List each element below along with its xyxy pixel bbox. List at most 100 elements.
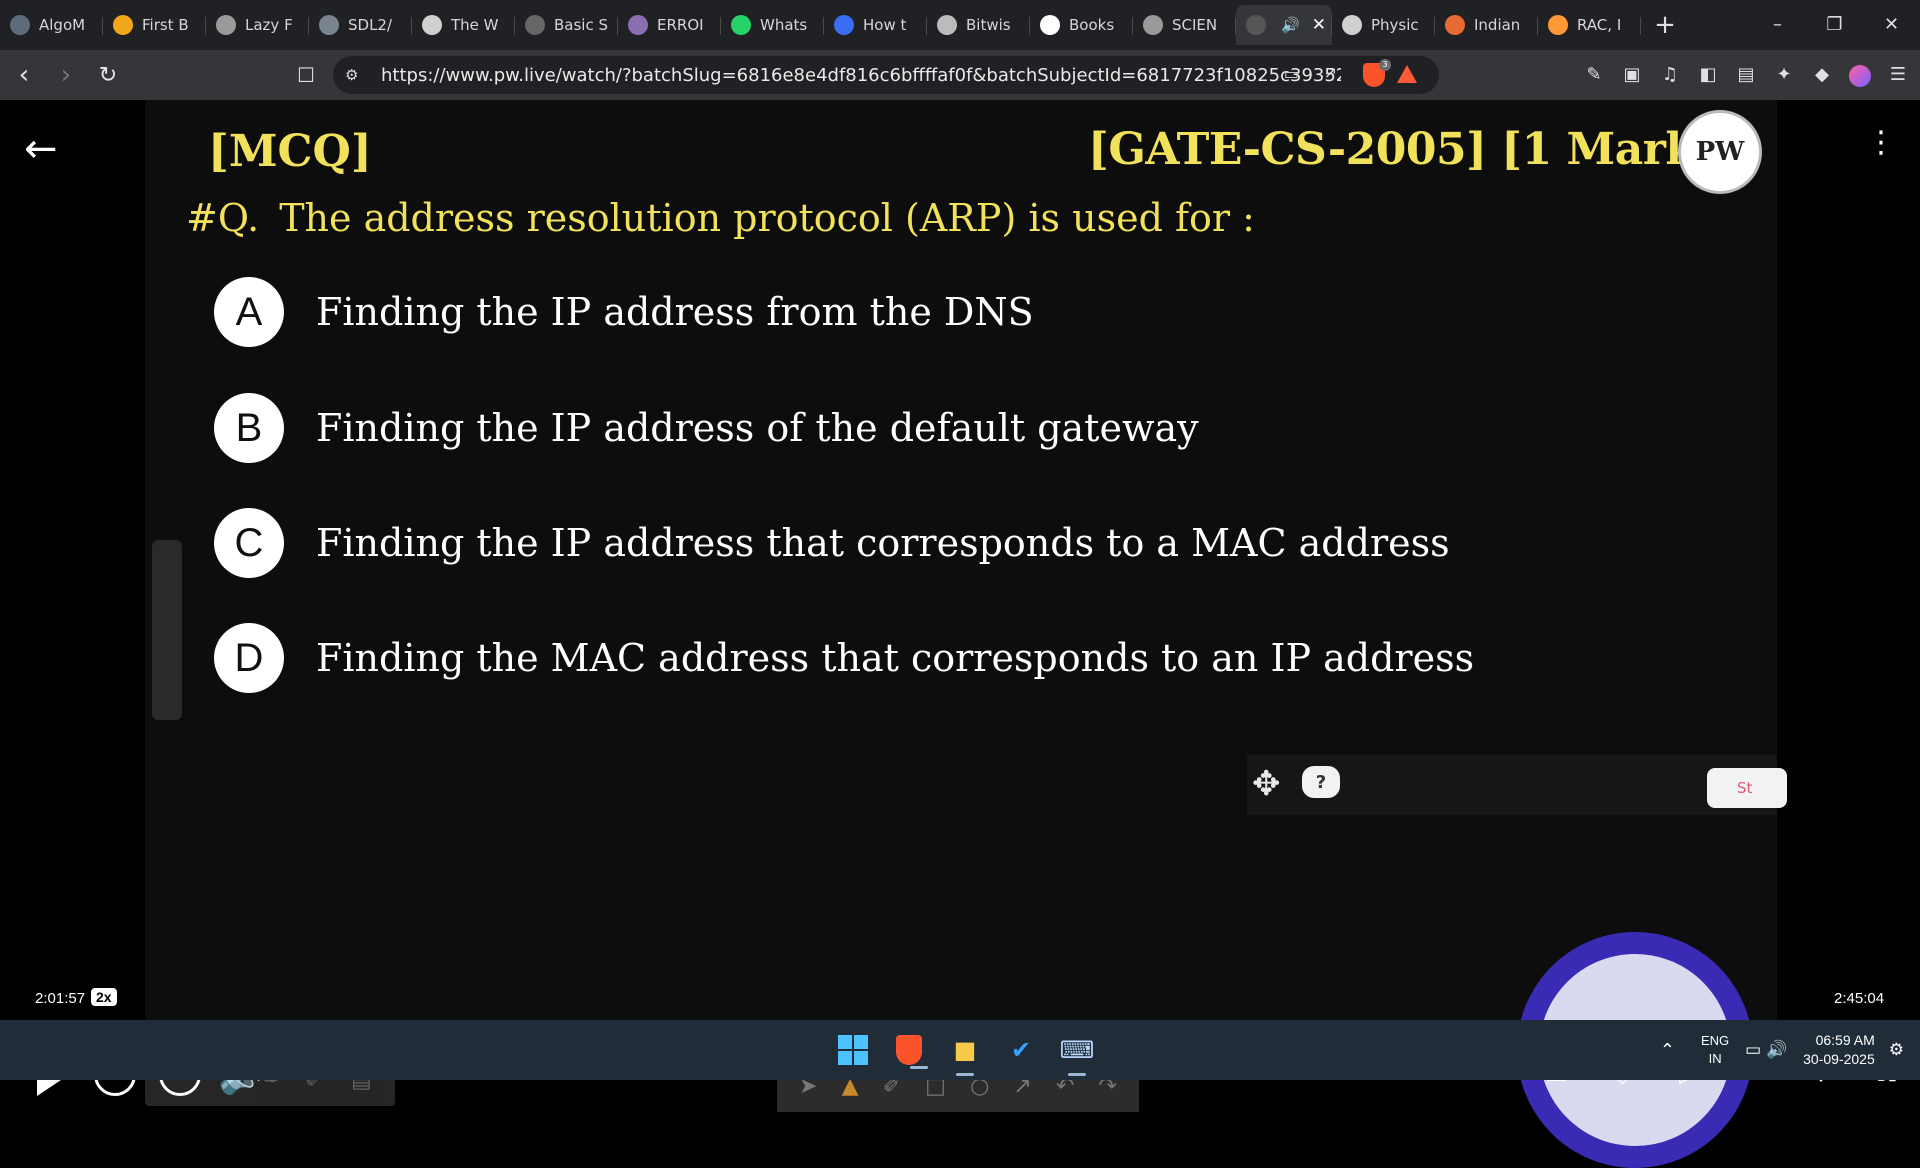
browser-tab[interactable]: AlgoM: [0, 5, 103, 45]
notification-icon[interactable]: ⚙: [1889, 1040, 1904, 1060]
tab-label: RAC, I: [1577, 16, 1622, 34]
clock[interactable]: 06:59 AM 30-09-2025: [1803, 1031, 1875, 1069]
address-bar[interactable]: ⚙ https://www.pw.live/watch/?batchSlug=6…: [333, 56, 1439, 94]
algo-icon: [10, 15, 30, 35]
bookmark-icon[interactable]: ☐: [292, 61, 320, 89]
site-info-icon[interactable]: ⚙: [345, 66, 365, 84]
browser-tab[interactable]: Books: [1030, 5, 1133, 45]
flag-icon: [834, 15, 854, 35]
question-number: #Q.: [186, 196, 260, 240]
option-c: C Finding the IP address that correspond…: [214, 508, 1450, 578]
show-hidden-icons-icon[interactable]: ⌃: [1660, 1040, 1675, 1061]
browser-tab[interactable]: Physic: [1332, 5, 1435, 45]
media-icon[interactable]: ♫: [1658, 60, 1682, 88]
browser-toolbar: ‹ › ↻ ☐ ⚙ https://www.pw.live/watch/?bat…: [0, 50, 1920, 100]
tab-strip: AlgoM First B Lazy F SDL2/The W Basic S ERROI…: [0, 0, 1920, 50]
forward-icon[interactable]: ›: [48, 57, 84, 93]
ai-icon[interactable]: ✦: [1772, 60, 1796, 88]
system-tray: ⌃ ENG IN ▭ 🔊 06:59 AM 30-09-2025 ⚙: [1660, 1028, 1904, 1072]
duration: 2:45:04: [1834, 990, 1885, 1007]
reload-icon[interactable]: ↻: [90, 57, 126, 93]
close-window-icon[interactable]: ✕: [1863, 0, 1920, 48]
option-b: B Finding the IP address of the default …: [214, 393, 1199, 463]
browser-tab[interactable]: The W: [412, 5, 515, 45]
taskbar-apps: ■ ✔ ⌨: [830, 1028, 1100, 1076]
browser-tab[interactable]: Indian: [1435, 5, 1538, 45]
bolt-icon: [113, 15, 133, 35]
badge-icon: [525, 15, 545, 35]
sidebar-icon[interactable]: ◧: [1696, 60, 1720, 88]
india-flag-icon: [1548, 15, 1568, 35]
brave-shields-icon[interactable]: 3: [1363, 59, 1391, 87]
video-player[interactable]: ← ⋮ [MCQ] [GATE-CS-2005] [1 Mark] PW #Q.…: [0, 100, 1920, 1168]
extensions-icon[interactable]: ✎: [1582, 60, 1606, 88]
speed-badge[interactable]: 2x: [91, 988, 117, 1006]
wallet-icon[interactable]: ▤: [1734, 60, 1758, 88]
globe-icon: [1143, 15, 1163, 35]
cast-icon[interactable]: ▭: [1284, 64, 1299, 83]
browser-tab[interactable]: 🔊 ✕: [1236, 5, 1332, 45]
move-icon[interactable]: ✥: [1252, 764, 1281, 804]
pw-logo: PW: [1678, 110, 1762, 194]
new-tab-button[interactable]: +: [1645, 10, 1685, 40]
clock-date: 30-09-2025: [1803, 1051, 1875, 1067]
toolbar-icons: ✎ ▣ ♫ ◧ ▤ ✦ ◆ ☰: [1582, 60, 1910, 88]
windows-start-icon[interactable]: [830, 1028, 876, 1072]
option-d: D Finding the MAC address that correspon…: [214, 623, 1474, 693]
option-letter: D: [214, 623, 284, 693]
pw-icon: [1246, 15, 1266, 35]
browser-tab[interactable]: Lazy F: [206, 5, 309, 45]
brave-rewards-icon[interactable]: [1397, 65, 1417, 83]
network-volume-icon[interactable]: ▭ 🔊: [1745, 1040, 1787, 1060]
brave-taskbar-icon[interactable]: [896, 1035, 928, 1069]
todo-icon[interactable]: ✔: [998, 1028, 1044, 1072]
error-icon: [628, 15, 648, 35]
back-arrow-icon[interactable]: ←: [24, 126, 58, 172]
vpn-icon[interactable]: ◆: [1810, 60, 1834, 88]
menu-icon[interactable]: ☰: [1886, 60, 1910, 88]
option-a: A Finding the IP address from the DNS: [214, 277, 1034, 347]
help-button[interactable]: ?: [1302, 766, 1340, 798]
indian-icon: [1445, 15, 1465, 35]
exam-tag: [GATE-CS-2005] [1 Mark]: [1088, 124, 1716, 175]
tab-label: Whats: [760, 16, 808, 34]
url-text[interactable]: https://www.pw.live/watch/?batchSlug=681…: [381, 65, 1341, 86]
browser-tab[interactable]: ERROI: [618, 5, 721, 45]
minimize-icon[interactable]: –: [1749, 0, 1806, 48]
tab-label: SDL2/: [348, 16, 393, 34]
file-explorer-icon[interactable]: ■: [942, 1028, 988, 1076]
lang-code: ENG: [1701, 1033, 1730, 1048]
tab-label: The W: [451, 16, 499, 34]
wiki-icon: [1342, 15, 1362, 35]
tab-audio-icon[interactable]: 🔊: [1281, 16, 1300, 34]
leo-icon[interactable]: [1848, 60, 1872, 88]
option-text: Finding the MAC address that corresponds…: [316, 636, 1475, 680]
current-time: 2:01:57: [35, 990, 86, 1007]
google-icon: [1040, 15, 1060, 35]
more-options-icon[interactable]: ⋮: [1866, 128, 1896, 158]
language-indicator[interactable]: ENG IN: [1701, 1032, 1729, 1068]
browser-tab[interactable]: Whats: [721, 5, 824, 45]
reader-icon[interactable]: ▣: [1620, 60, 1644, 88]
restore-icon[interactable]: ❐: [1806, 0, 1863, 48]
question-body: The address resolution protocol (ARP) is…: [279, 196, 1255, 240]
tab-label: How t: [863, 16, 907, 34]
keyboard-icon[interactable]: ⌨: [1054, 1028, 1100, 1076]
window-controls: – ❐ ✕: [1749, 0, 1920, 48]
share-icon[interactable]: ↗: [1324, 63, 1337, 82]
browser-tab[interactable]: SCIEN: [1133, 5, 1236, 45]
browser-tab[interactable]: Bitwis: [927, 5, 1030, 45]
browser-tab[interactable]: Basic S: [515, 5, 618, 45]
browser-tab[interactable]: First B: [103, 5, 206, 45]
stop-button[interactable]: St: [1707, 768, 1787, 808]
close-tab-icon[interactable]: ✕: [1312, 15, 1326, 35]
region-code: IN: [1708, 1051, 1722, 1066]
clock-time: 06:59 AM: [1815, 1032, 1875, 1048]
browser-tab[interactable]: RAC, I: [1538, 5, 1641, 45]
sdl-icon: [319, 15, 339, 35]
browser-tab[interactable]: How t: [824, 5, 927, 45]
option-letter: A: [214, 277, 284, 347]
back-icon[interactable]: ‹: [6, 57, 42, 93]
tab-label: ERROI: [657, 16, 704, 34]
browser-tab[interactable]: SDL2/: [309, 5, 412, 45]
